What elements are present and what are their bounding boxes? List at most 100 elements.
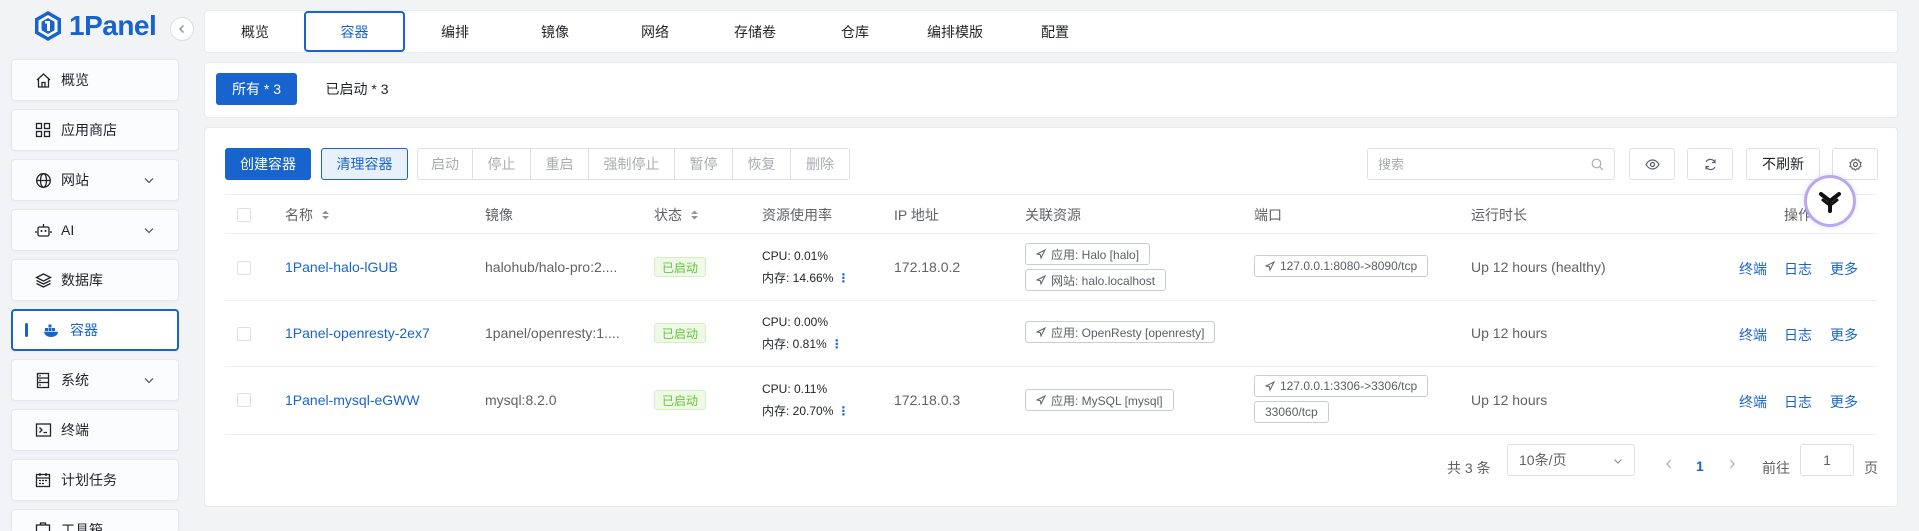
sidebar-item-containers[interactable]: 容器 — [11, 309, 179, 351]
more-action-link[interactable]: 更多 — [1830, 392, 1858, 412]
tab-compose-templates[interactable]: 编排模版 — [905, 11, 1005, 52]
pause-button[interactable]: 暂停 — [675, 149, 733, 179]
uptime: Up 12 hours — [1471, 325, 1548, 341]
container-name-link[interactable]: 1Panel-halo-lGUB — [285, 259, 398, 275]
logo-icon — [35, 11, 61, 41]
sidebar-item-label: AI — [61, 222, 75, 238]
sort-icon — [691, 210, 698, 220]
collapse-sidebar-button[interactable] — [170, 17, 194, 41]
globe-icon — [34, 171, 52, 189]
tab-volumes[interactable]: 存储卷 — [705, 11, 805, 52]
search-input[interactable] — [1378, 156, 1578, 172]
sidebar-item-label: 网站 — [61, 172, 89, 188]
port-tag[interactable]: 33060/tcp — [1254, 401, 1329, 423]
sidebar-item-app-store[interactable]: 应用商店 — [11, 109, 179, 151]
container-image: halohub/halo-pro:2.... — [485, 259, 618, 275]
restart-button[interactable]: 重启 — [531, 149, 589, 179]
column-header-status[interactable]: 状态 — [654, 195, 699, 235]
terminal-action-link[interactable]: 终端 — [1739, 392, 1767, 412]
container-name-link[interactable]: 1Panel-openresty-2ex7 — [285, 325, 430, 341]
toggle-visibility-button[interactable] — [1629, 148, 1675, 180]
auto-refresh-select[interactable]: 不刷新 — [1746, 148, 1820, 180]
select-all-checkbox[interactable] — [237, 195, 251, 235]
stop-button[interactable]: 停止 — [473, 149, 531, 179]
sort-icon — [322, 210, 329, 220]
terminal-action-link[interactable]: 终端 — [1739, 325, 1767, 345]
resource-tag[interactable]: 应用: MySQL [mysql] — [1025, 389, 1174, 411]
batch-action-group: 启动 停止 重启 强制停止 暂停 恢复 删除 — [417, 148, 850, 180]
column-header-image: 镜像 — [485, 207, 513, 223]
resume-button[interactable]: 恢复 — [733, 149, 791, 179]
logs-action-link[interactable]: 日志 — [1784, 325, 1812, 345]
prev-page-button[interactable] — [1664, 458, 1674, 470]
sidebar-item-terminal[interactable]: 终端 — [11, 409, 179, 451]
filter-running-button[interactable]: 已启动 * 3 — [309, 73, 405, 105]
tab-containers[interactable]: 容器 — [304, 11, 405, 52]
page-number-current[interactable]: 1 — [1696, 458, 1704, 474]
calendar-icon — [34, 471, 52, 489]
column-header-name[interactable]: 名称 — [285, 195, 330, 235]
delete-button[interactable]: 删除 — [791, 149, 849, 179]
more-action-link[interactable]: 更多 — [1830, 259, 1858, 279]
table-row: 1Panel-mysql-eGWW mysql:8.2.0 已启动 CPU: 0… — [225, 367, 1877, 435]
sidebar-item-website[interactable]: 网站 — [11, 159, 179, 201]
terminal-action-link[interactable]: 终端 — [1739, 259, 1767, 279]
container-tabs: 概览 容器 编排 镜像 网络 存储卷 仓库 编排模版 配置 — [204, 10, 1898, 53]
refresh-button[interactable] — [1687, 148, 1733, 180]
sidebar-item-ai[interactable]: AI — [11, 209, 179, 251]
resource-tag[interactable]: 应用: Halo [halo] — [1025, 243, 1151, 265]
more-usage-icon[interactable]: ⋮ — [831, 337, 843, 351]
sidebar-item-label: 终端 — [61, 422, 89, 438]
more-action-link[interactable]: 更多 — [1830, 325, 1858, 345]
row-checkbox[interactable] — [237, 261, 251, 275]
resource-tag[interactable]: 网站: halo.localhost — [1025, 269, 1167, 291]
start-button[interactable]: 启动 — [418, 149, 473, 179]
tab-images[interactable]: 镜像 — [505, 11, 605, 52]
row-checkbox[interactable] — [237, 327, 251, 341]
sidebar-item-toolbox[interactable]: 工具箱 — [11, 509, 179, 531]
sidebar-item-label: 应用商店 — [61, 122, 117, 138]
tab-compose[interactable]: 编排 — [405, 11, 505, 52]
sidebar-item-database[interactable]: 数据库 — [11, 259, 179, 301]
column-header-ports: 端口 — [1254, 207, 1282, 223]
logs-action-link[interactable]: 日志 — [1784, 392, 1812, 412]
more-usage-icon[interactable]: ⋮ — [837, 404, 849, 418]
chevron-down-icon — [144, 178, 154, 184]
logs-action-link[interactable]: 日志 — [1784, 259, 1812, 279]
sidebar-item-label: 容器 — [70, 322, 98, 338]
clean-containers-button[interactable]: 清理容器 — [321, 148, 408, 180]
sidebar-item-overview[interactable]: 概览 — [11, 59, 179, 101]
port-tag[interactable]: 127.0.0.1:3306->3306/tcp — [1254, 375, 1429, 397]
row-checkbox[interactable] — [237, 393, 251, 407]
sidebar-item-label: 计划任务 — [61, 472, 117, 488]
link-arrow-icon — [1265, 381, 1275, 391]
goto-label: 前往 — [1762, 460, 1790, 476]
page-size-select[interactable]: 10条/页 — [1507, 444, 1635, 476]
logo[interactable]: 1Panel — [33, 10, 157, 42]
resource-tag[interactable]: 应用: OpenResty [openresty] — [1025, 321, 1216, 343]
chevron-left-icon — [1666, 459, 1671, 469]
sidebar-item-cron[interactable]: 计划任务 — [11, 459, 179, 501]
chevron-right-icon — [1730, 459, 1735, 469]
link-arrow-icon — [1265, 261, 1275, 271]
chevron-left-icon — [179, 25, 184, 33]
filter-all-button[interactable]: 所有 * 3 — [216, 73, 297, 105]
chevron-down-icon — [144, 378, 154, 384]
tab-overview[interactable]: 概览 — [205, 11, 305, 52]
goto-page-input[interactable]: 1 — [1800, 444, 1854, 476]
container-name-link[interactable]: 1Panel-mysql-eGWW — [285, 392, 420, 408]
tab-settings[interactable]: 配置 — [1005, 11, 1105, 52]
create-container-button[interactable]: 创建容器 — [225, 148, 311, 180]
home-icon — [34, 71, 52, 89]
tab-networks[interactable]: 网络 — [605, 11, 705, 52]
tab-registries[interactable]: 仓库 — [805, 11, 905, 52]
sidebar-item-system[interactable]: 系统 — [11, 359, 179, 401]
port-tag[interactable]: 127.0.0.1:8080->8090/tcp — [1254, 255, 1429, 277]
force-stop-button[interactable]: 强制停止 — [589, 149, 675, 179]
grid-icon — [34, 121, 52, 139]
assistant-float-button[interactable] — [1807, 178, 1853, 224]
more-usage-icon[interactable]: ⋮ — [837, 271, 849, 285]
next-page-button[interactable] — [1727, 458, 1737, 470]
status-badge: 已启动 — [654, 390, 707, 410]
column-settings-button[interactable] — [1832, 148, 1878, 180]
